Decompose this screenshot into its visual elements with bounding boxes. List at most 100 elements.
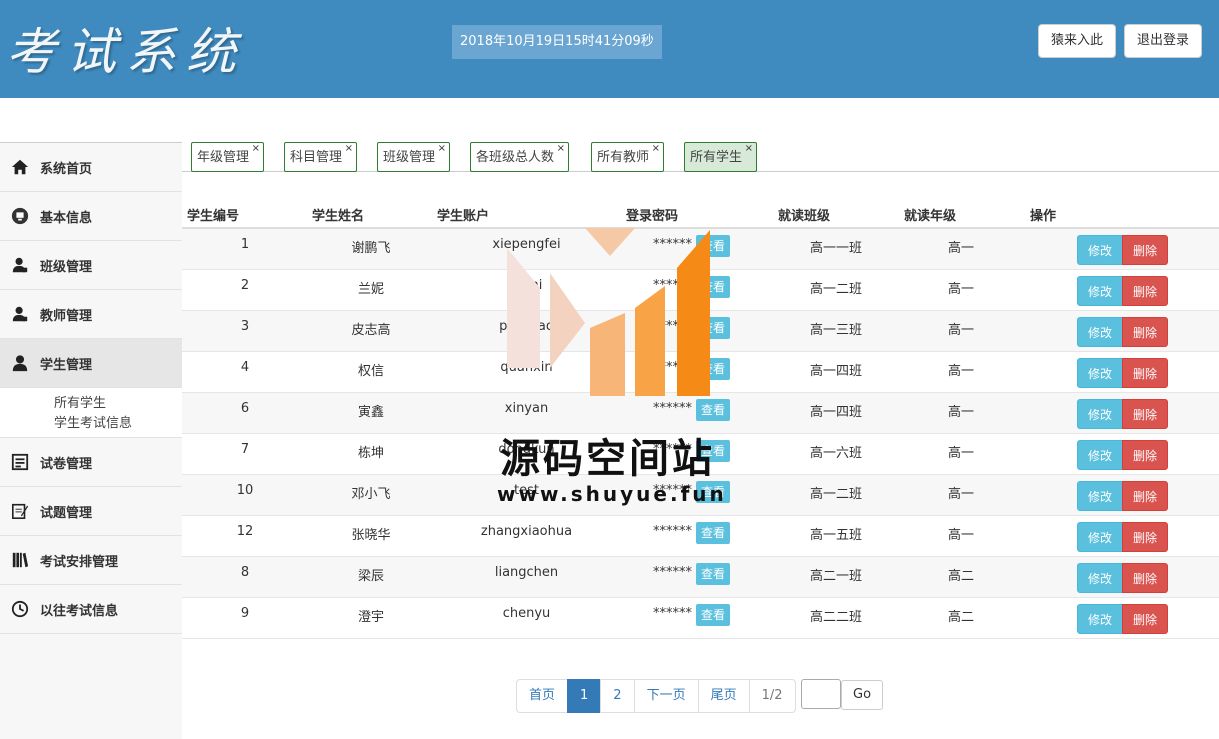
sidebar-item-label: 以往考试信息 — [40, 603, 119, 619]
sidebar-item-label: 学生管理 — [40, 357, 93, 373]
sidebar-item-paper-management[interactable]: 试卷管理 — [0, 438, 182, 487]
student-account-cell: liangchen — [494, 565, 559, 580]
sidebar-item-label: 试题管理 — [40, 505, 93, 521]
delete-button[interactable]: 删除 — [1122, 235, 1168, 265]
table-row: 10 邓小飞 test ****** 高一二班 高一 查看 修改 删除 — [182, 475, 1219, 516]
table-row: 7 栋坤 dongkun ****** 高一六班 高一 查看 修改 删除 — [182, 434, 1219, 475]
grade-cell: 高一 — [947, 487, 974, 502]
tab-subject-management[interactable]: 科目管理 × — [284, 142, 358, 172]
close-icon[interactable]: × — [652, 134, 660, 164]
view-password-button[interactable]: 查看 — [696, 481, 731, 503]
logout-button[interactable]: 退出登录 — [1124, 24, 1203, 58]
go-button[interactable]: Go — [841, 680, 884, 710]
tab-all-students[interactable]: 所有学生 × — [684, 142, 758, 172]
grade-cell: 高一 — [947, 323, 974, 338]
student-name-cell: 澄宇 — [357, 610, 384, 625]
view-password-button[interactable]: 查看 — [696, 317, 731, 339]
first-page-link[interactable]: 首页 — [516, 679, 569, 713]
welcome-button[interactable]: 猿来入此 — [1038, 24, 1117, 58]
student-name-cell: 梁辰 — [357, 569, 384, 584]
table-body: 1 谢鹏飞 xiepengfei ****** 高一一班 高一 查看 修改 删除 2 兰妮 lanni… — [182, 229, 1219, 639]
grade-cell: 高一 — [947, 528, 974, 543]
grade-cell: 高一 — [947, 282, 974, 297]
sidebar-item-home[interactable]: 系统首页 — [0, 143, 182, 192]
page-info: 1/2 — [748, 679, 796, 713]
student-account-cell: pizhigao — [499, 319, 554, 334]
password-cell: ****** — [653, 278, 692, 293]
class-cell: 高一二班 — [809, 282, 862, 297]
col-password: 登录密码 — [626, 209, 679, 224]
delete-button[interactable]: 删除 — [1122, 276, 1168, 306]
close-icon[interactable]: × — [345, 134, 353, 164]
tab-label: 所有学生 — [690, 150, 743, 165]
submenu-item-student-exam-info[interactable]: 学生考试信息 — [54, 414, 182, 434]
grade-cell: 高一 — [947, 446, 974, 461]
page-link[interactable]: 2 — [600, 679, 635, 713]
edit-button[interactable]: 修改 — [1077, 235, 1123, 265]
delete-button[interactable]: 删除 — [1122, 481, 1168, 511]
col-grade: 就读年级 — [904, 209, 957, 224]
edit-button[interactable]: 修改 — [1077, 399, 1123, 429]
sidebar-item-student-management[interactable]: 学生管理 — [0, 339, 182, 388]
page-link-current[interactable]: 1 — [567, 679, 602, 713]
last-page-link[interactable]: 尾页 — [697, 679, 750, 713]
app-header: 考试系统 2018年10月19日15时41分09秒 猿来入此 退出登录 — [0, 0, 1219, 98]
edit-button[interactable]: 修改 — [1077, 358, 1123, 388]
view-password-button[interactable]: 查看 — [696, 522, 731, 544]
sidebar-item-label: 教师管理 — [40, 308, 93, 324]
sidebar-item-teacher-management[interactable]: 教师管理 — [0, 290, 182, 339]
edit-button[interactable]: 修改 — [1077, 481, 1123, 511]
close-icon[interactable]: × — [557, 134, 565, 164]
view-password-button[interactable]: 查看 — [696, 563, 731, 585]
student-name-cell: 兰妮 — [357, 282, 384, 297]
view-password-button[interactable]: 查看 — [696, 440, 731, 462]
view-password-button[interactable]: 查看 — [696, 604, 731, 626]
password-cell: ****** — [653, 483, 692, 498]
submenu-item-all-students[interactable]: 所有学生 — [54, 394, 182, 414]
tab-grade-management[interactable]: 年级管理 × — [191, 142, 265, 172]
edit-button[interactable]: 修改 — [1077, 317, 1123, 347]
view-password-button[interactable]: 查看 — [696, 235, 731, 257]
sidebar-item-class-management[interactable]: 班级管理 — [0, 241, 182, 290]
sidebar-item-question-management[interactable]: 试题管理 — [0, 487, 182, 536]
view-password-button[interactable]: 查看 — [696, 399, 731, 421]
table-row: 9 澄宇 chenyu ****** 高二二班 高二 查看 修改 删除 — [182, 598, 1219, 639]
edit-button[interactable]: 修改 — [1077, 563, 1123, 593]
edit-button[interactable]: 修改 — [1077, 604, 1123, 634]
sidebar-item-label: 基本信息 — [40, 210, 93, 226]
delete-button[interactable]: 删除 — [1122, 317, 1168, 347]
edit-button[interactable]: 修改 — [1077, 522, 1123, 552]
delete-button[interactable]: 删除 — [1122, 399, 1168, 429]
delete-button[interactable]: 删除 — [1122, 522, 1168, 552]
tab-class-management[interactable]: 班级管理 × — [377, 142, 451, 172]
tab-class-totals[interactable]: 各班级总人数 × — [470, 142, 570, 172]
student-id-cell: 12 — [236, 524, 254, 539]
col-student-name: 学生姓名 — [312, 209, 365, 224]
delete-button[interactable]: 删除 — [1122, 440, 1168, 470]
close-icon[interactable]: × — [438, 134, 446, 164]
delete-button[interactable]: 删除 — [1122, 604, 1168, 634]
delete-button[interactable]: 删除 — [1122, 563, 1168, 593]
student-account-cell: zhangxiaohua — [480, 524, 573, 539]
close-icon[interactable]: × — [252, 134, 260, 164]
sidebar-item-past-exams[interactable]: 以往考试信息 — [0, 585, 182, 634]
sidebar-item-basic-info[interactable]: 基本信息 — [0, 192, 182, 241]
grade-cell: 高一 — [947, 241, 974, 256]
users-icon — [10, 304, 30, 324]
page-number-input[interactable] — [801, 679, 841, 709]
view-password-button[interactable]: 查看 — [696, 276, 731, 298]
tab-all-teachers[interactable]: 所有教师 × — [591, 142, 665, 172]
close-icon[interactable]: × — [745, 134, 753, 164]
next-page-link[interactable]: 下一页 — [633, 679, 699, 713]
student-id-cell: 4 — [240, 360, 250, 375]
edit-button[interactable]: 修改 — [1077, 440, 1123, 470]
delete-button[interactable]: 删除 — [1122, 358, 1168, 388]
tab-label: 年级管理 — [197, 150, 250, 165]
sidebar-item-exam-schedule[interactable]: 考试安排管理 — [0, 536, 182, 585]
password-cell: ****** — [653, 319, 692, 334]
edit-button[interactable]: 修改 — [1077, 276, 1123, 306]
password-cell: ****** — [653, 524, 692, 539]
table-row: 2 兰妮 lanni ****** 高一二班 高一 查看 修改 删除 — [182, 270, 1219, 311]
student-account-cell: lanni — [510, 278, 543, 293]
view-password-button[interactable]: 查看 — [696, 358, 731, 380]
